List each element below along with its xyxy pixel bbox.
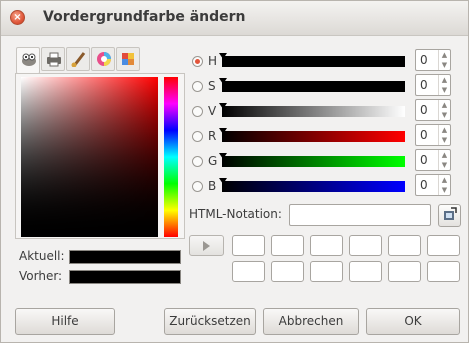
color-picker-button[interactable]	[438, 204, 461, 227]
h-slider[interactable]	[219, 53, 405, 67]
channel-s: S 0 ▲ ▼	[192, 74, 462, 97]
channel-b: B 0 ▲ ▼	[192, 174, 462, 197]
help-button[interactable]: Hilfe	[15, 308, 115, 335]
tab-cmyk[interactable]	[41, 47, 65, 71]
paintbrush-icon	[71, 52, 86, 67]
h-radio[interactable]	[192, 56, 203, 67]
tab-palette[interactable]	[116, 47, 140, 71]
history-swatch[interactable]	[271, 261, 304, 282]
channel-r: R 0 ▲ ▼	[192, 124, 462, 147]
history-swatch[interactable]	[232, 235, 265, 256]
h-spinbutton[interactable]: 0 ▲ ▼	[415, 49, 451, 71]
picker-tabs	[16, 47, 142, 74]
history-swatch[interactable]	[310, 261, 343, 282]
b-spinbutton[interactable]: 0 ▲ ▼	[415, 174, 451, 196]
g-slider[interactable]	[219, 153, 405, 167]
current-color-swatch	[69, 250, 181, 264]
reset-button[interactable]: Zurücksetzen	[164, 308, 256, 335]
spin-arrows-icon[interactable]: ▲ ▼	[438, 75, 450, 95]
history-swatch[interactable]	[310, 235, 343, 256]
history-swatch[interactable]	[388, 235, 421, 256]
s-label: S	[208, 79, 216, 93]
history-swatch[interactable]	[349, 235, 382, 256]
tab-gimp-picker[interactable]	[16, 47, 40, 74]
hue-slider[interactable]	[164, 77, 178, 237]
tab-wheel[interactable]	[91, 47, 115, 71]
spin-arrows-icon[interactable]: ▲ ▼	[438, 150, 450, 170]
saturation-value-area[interactable]	[21, 77, 158, 237]
color-dialog: × Vordergrundfarbe ändern Aktuell: Vorhe…	[0, 0, 469, 343]
s-spinbutton[interactable]: 0 ▲ ▼	[415, 74, 451, 96]
history-swatch[interactable]	[388, 261, 421, 282]
r-slider[interactable]	[219, 128, 405, 142]
b-slider[interactable]	[219, 178, 405, 192]
close-icon: ×	[13, 12, 22, 23]
v-spinbutton[interactable]: 0 ▲ ▼	[415, 99, 451, 121]
g-radio[interactable]	[192, 156, 203, 167]
window-title: Vordergrundfarbe ändern	[43, 9, 246, 25]
v-label: V	[208, 104, 217, 118]
history-swatch[interactable]	[427, 235, 460, 256]
spin-arrows-icon[interactable]: ▲ ▼	[438, 100, 450, 120]
channel-v: V 0 ▲ ▼	[192, 99, 462, 122]
close-button[interactable]: ×	[10, 10, 25, 25]
eyedropper-icon	[444, 207, 457, 220]
spin-arrows-icon[interactable]: ▲ ▼	[438, 175, 450, 195]
html-notation-input[interactable]	[289, 204, 431, 226]
g-spinbutton[interactable]: 0 ▲ ▼	[415, 149, 451, 171]
history-swatch[interactable]	[232, 261, 265, 282]
gimp-wilber-icon	[22, 53, 36, 66]
history-swatch[interactable]	[427, 261, 460, 282]
current-label: Aktuell:	[19, 249, 65, 263]
r-spinbutton[interactable]: 0 ▲ ▼	[415, 124, 451, 146]
v-radio[interactable]	[192, 106, 203, 117]
palette-icon	[122, 53, 134, 65]
ok-button[interactable]: OK	[366, 308, 460, 335]
history-swatch[interactable]	[349, 261, 382, 282]
r-label: R	[208, 129, 217, 143]
r-radio[interactable]	[192, 131, 203, 142]
s-radio[interactable]	[192, 81, 203, 92]
html-notation-label: HTML-Notation:	[189, 207, 282, 221]
previous-color-swatch	[69, 270, 181, 284]
color-wheel-icon	[97, 52, 111, 66]
v-slider[interactable]	[219, 103, 405, 117]
play-arrow-icon	[203, 241, 210, 251]
cancel-button[interactable]: Abbrechen	[263, 308, 359, 335]
channel-h: H 0 ▲ ▼	[192, 49, 462, 72]
spin-arrows-icon[interactable]: ▲ ▼	[438, 50, 450, 70]
titlebar: × Vordergrundfarbe ändern	[1, 1, 468, 36]
b-label: B	[208, 179, 217, 193]
previous-label: Vorher:	[19, 269, 63, 283]
channel-g: G 0 ▲ ▼	[192, 149, 462, 172]
s-slider[interactable]	[219, 78, 405, 92]
tab-watercolor[interactable]	[66, 47, 90, 71]
printer-icon	[47, 52, 61, 67]
g-label: G	[208, 154, 218, 168]
spin-arrows-icon[interactable]: ▲ ▼	[438, 125, 450, 145]
b-radio[interactable]	[192, 181, 203, 192]
h-label: H	[208, 54, 218, 68]
history-swatch[interactable]	[271, 235, 304, 256]
history-add-button[interactable]	[189, 235, 224, 256]
